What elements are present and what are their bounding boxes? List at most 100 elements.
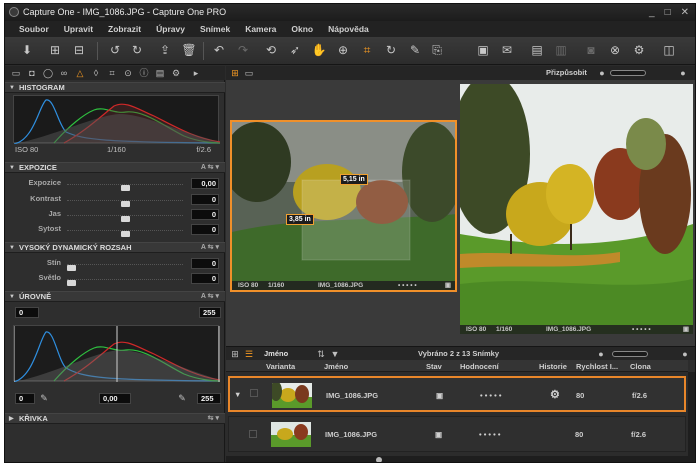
edit-icon[interactable]: ▤ xyxy=(529,42,545,58)
crop-tab-icon[interactable]: ⌗ xyxy=(107,68,117,78)
row-rating[interactable]: • • • • • xyxy=(479,430,500,439)
eyedropper-white-icon[interactable]: ✎ xyxy=(177,393,187,403)
col-shutter[interactable]: Rychlost I... xyxy=(576,362,618,371)
pan-icon[interactable]: ✋ xyxy=(311,42,327,58)
menu-soubor[interactable]: Soubor xyxy=(19,21,49,37)
cursor-icon[interactable]: ➶ xyxy=(287,42,303,58)
row-rating[interactable]: • • • • • xyxy=(480,391,501,400)
selected-image[interactable]: 5,15 in 3,85 in ISO 80 1/160 IMG_1086.JP… xyxy=(230,120,457,292)
camera-icon[interactable]: ◙ xyxy=(583,42,599,58)
comparison-image[interactable]: ISO 80 1/160 IMG_1086.JPG • • • • • ▣ xyxy=(460,84,693,334)
levels-graph[interactable] xyxy=(13,325,221,383)
sort-label[interactable]: Jméno xyxy=(264,349,288,358)
table-row[interactable]: ▼ IMG_1086.JPG ▣ • • • • • ⚙ 80 f/2.6 xyxy=(228,376,686,412)
import-icon[interactable]: ⬇ xyxy=(19,42,35,58)
settings-icon[interactable]: ⚙ xyxy=(631,42,647,58)
section-controls-icon[interactable]: A ⇆ ▾ xyxy=(201,292,219,302)
table-row[interactable]: IMG_1086.JPG ▣ • • • • • 80 f/2.6 xyxy=(228,416,686,452)
variant-icon[interactable]: ▣ xyxy=(683,325,689,334)
exposure-tab-icon[interactable]: △ xyxy=(75,68,85,78)
shadow-slider[interactable] xyxy=(67,263,183,271)
col-history[interactable]: Historie xyxy=(539,362,567,371)
vertical-scrollbar[interactable] xyxy=(688,372,695,462)
add-tab-icon[interactable]: ▸ xyxy=(191,68,201,78)
highlight-slider[interactable] xyxy=(67,278,183,286)
close-button[interactable]: ✕ xyxy=(681,4,689,21)
col-status[interactable]: Stav xyxy=(426,362,442,371)
capture-tab-icon[interactable]: ◘ xyxy=(27,68,37,78)
minimize-button[interactable]: _ xyxy=(649,4,655,21)
histogram-header[interactable]: ▼ HISTOGRAM xyxy=(5,82,225,93)
contrast-value[interactable]: 0 xyxy=(191,194,219,205)
levels-black-output[interactable]: 0 xyxy=(15,393,35,404)
col-aperture[interactable]: Clona xyxy=(630,362,651,371)
row-thumbnail[interactable] xyxy=(271,422,311,447)
process-icon[interactable]: ▥ xyxy=(553,42,569,58)
focus-tab-icon[interactable]: ⊙ xyxy=(123,68,133,78)
thumbnail-size-slider[interactable] xyxy=(612,351,648,357)
settings-tab-icon[interactable]: ⚙ xyxy=(171,68,181,78)
menu-napoveda[interactable]: Nápověda xyxy=(328,21,369,37)
menu-upravit[interactable]: Upravit xyxy=(64,21,93,37)
menu-snimek[interactable]: Snímek xyxy=(200,21,230,37)
saturation-value[interactable]: 0 xyxy=(191,224,219,235)
slider-knob[interactable] xyxy=(120,201,130,207)
brightness-slider[interactable] xyxy=(67,214,183,222)
levels-black-input[interactable]: 0 xyxy=(15,307,39,318)
rotate-left-icon[interactable]: ↺ xyxy=(107,42,123,58)
levels-white-input[interactable]: 255 xyxy=(199,307,221,318)
section-controls-icon[interactable]: ⇆ ▾ xyxy=(208,414,219,424)
filter-icon[interactable]: ▼ xyxy=(330,349,340,359)
slider-knob[interactable] xyxy=(120,216,130,222)
undo-icon[interactable]: ↶ xyxy=(211,42,227,58)
rotate-right-icon[interactable]: ↻ xyxy=(129,42,145,58)
rotate-tool-icon[interactable]: ↻ xyxy=(383,42,399,58)
picker-icon[interactable]: ✎ xyxy=(407,42,423,58)
highlight-value[interactable]: 0 xyxy=(191,273,219,284)
disable-icon[interactable]: ⊗ xyxy=(607,42,623,58)
slider-knob[interactable] xyxy=(67,265,76,271)
move-to-folder-icon[interactable]: ⇪ xyxy=(157,42,173,58)
contrast-slider[interactable] xyxy=(67,199,183,207)
crop-rectangle[interactable] xyxy=(302,180,410,260)
detail-tab-icon[interactable]: ◊ xyxy=(91,68,101,78)
layout-icon[interactable]: ◫ xyxy=(661,42,677,58)
redo-icon[interactable]: ↷ xyxy=(235,42,251,58)
batch-tab-icon[interactable]: ▤ xyxy=(155,68,165,78)
levels-white-output[interactable]: 255 xyxy=(197,393,221,404)
section-controls-icon[interactable]: A ⇆ ▾ xyxy=(201,163,219,173)
lens-tab-icon[interactable]: ◯ xyxy=(43,68,53,78)
exposure-slider[interactable] xyxy=(67,183,183,191)
zoom-slider[interactable] xyxy=(610,70,646,76)
grid-mode-icon[interactable]: ⊞ xyxy=(230,349,240,359)
copy-adjustments-icon[interactable]: ⎘ xyxy=(429,42,445,58)
sort-direction-icon[interactable]: ⇅ xyxy=(316,349,326,359)
hdr-header[interactable]: ▼ VYSOKÝ DYNAMICKÝ ROZSAH A ⇆ ▾ xyxy=(5,242,225,253)
library-tab-icon[interactable]: ▭ xyxy=(11,68,21,78)
col-variant[interactable]: Varianta xyxy=(266,362,295,371)
info-tab-icon[interactable]: ⓘ xyxy=(139,68,149,78)
single-view-icon[interactable]: ▭ xyxy=(244,68,254,78)
col-name[interactable]: Jméno xyxy=(324,362,348,371)
brightness-value[interactable]: 0 xyxy=(191,209,219,220)
slider-knob[interactable] xyxy=(120,185,130,191)
crop-icon[interactable]: ⌗ xyxy=(359,42,375,58)
curve-header[interactable]: ▶ KŘIVKA ⇆ ▾ xyxy=(5,413,225,424)
compare-icon[interactable]: ⊟ xyxy=(71,42,87,58)
history-gear-icon[interactable]: ⚙ xyxy=(550,388,560,401)
inbox-icon[interactable]: ✉ xyxy=(499,42,515,58)
shadow-value[interactable]: 0 xyxy=(191,258,219,269)
zoom-icon[interactable]: ⊕ xyxy=(335,42,351,58)
eyedropper-black-icon[interactable]: ✎ xyxy=(39,393,49,403)
exposure-value[interactable]: 0,00 xyxy=(191,178,219,189)
rating-dots[interactable]: • • • • • xyxy=(632,325,651,334)
capture-icon[interactable]: ⊞ xyxy=(47,42,63,58)
trash-icon[interactable]: 🗑 xyxy=(181,42,197,58)
maximize-button[interactable]: □ xyxy=(665,4,671,21)
row-checkbox[interactable] xyxy=(249,430,257,438)
menu-zobrazit[interactable]: Zobrazit xyxy=(108,21,141,37)
menu-okno[interactable]: Okno xyxy=(291,21,313,37)
exposure-header[interactable]: ▼ EXPOZICE A ⇆ ▾ xyxy=(5,162,225,173)
menu-kamera[interactable]: Kamera xyxy=(245,21,276,37)
scroll-thumb[interactable] xyxy=(376,457,382,462)
